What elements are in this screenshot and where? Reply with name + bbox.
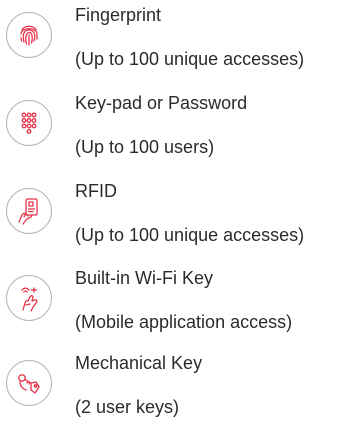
rfid-card-icon bbox=[6, 188, 52, 234]
wifi-hand-icon bbox=[6, 275, 52, 321]
feature-subtitle: (Up to 100 users) bbox=[75, 137, 215, 157]
feature-title: RFID bbox=[75, 181, 117, 201]
fingerprint-icon bbox=[6, 12, 52, 58]
feature-title: Mechanical Key bbox=[75, 353, 203, 373]
feature-subtitle: (Mobile application access) bbox=[75, 312, 293, 332]
feature-title: Built-in Wi-Fi Key bbox=[75, 268, 214, 288]
feature-item-keypad: Key-pad or Password (Up to 100 users) bbox=[0, 90, 342, 170]
feature-title: Fingerprint bbox=[75, 5, 162, 25]
feature-item-mechanical-key: Mechanical Key (2 user keys) bbox=[0, 350, 342, 430]
feature-subtitle: (Up to 100 unique accesses) bbox=[75, 225, 305, 245]
feature-title: Key-pad or Password bbox=[75, 93, 248, 113]
keypad-icon bbox=[6, 100, 52, 146]
feature-item-rfid: RFID (Up to 100 unique accesses) bbox=[0, 178, 342, 258]
feature-subtitle: (Up to 100 unique accesses) bbox=[75, 49, 305, 69]
access-features-list: Fingerprint (Up to 100 unique accesses) … bbox=[0, 0, 342, 432]
feature-subtitle: (2 user keys) bbox=[75, 397, 180, 417]
feature-item-wifi-key: Built-in Wi-Fi Key (Mobile application a… bbox=[0, 265, 342, 345]
feature-item-fingerprint: Fingerprint (Up to 100 unique accesses) bbox=[0, 2, 342, 82]
mechanical-key-icon bbox=[6, 360, 52, 406]
